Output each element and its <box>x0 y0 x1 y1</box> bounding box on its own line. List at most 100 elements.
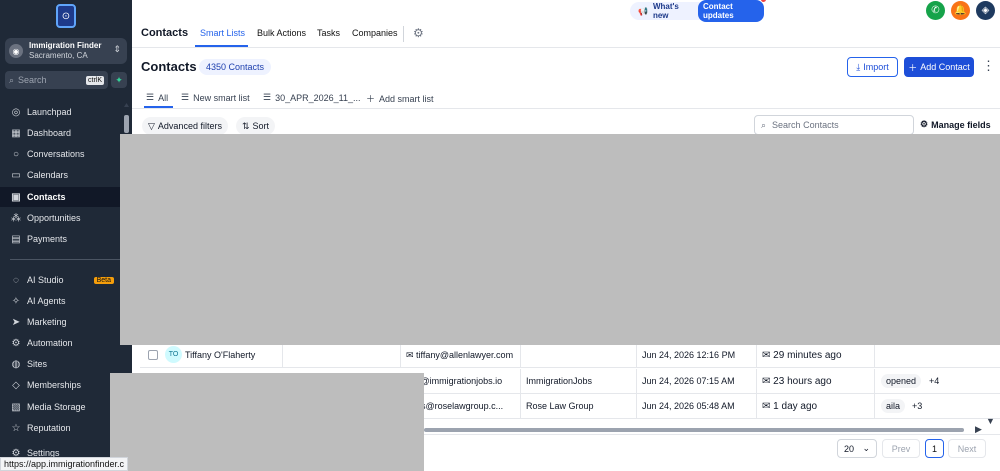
list-icon: ☰ <box>146 92 155 102</box>
globe-icon: ◍ <box>11 358 21 370</box>
calendar-icon: ▭ <box>11 169 21 181</box>
list-icon: ☰ <box>263 92 272 102</box>
tab-bulk-actions[interactable]: Bulk Actions <box>257 28 306 38</box>
phone-icon[interactable]: ✆ <box>926 1 945 20</box>
sidebar-item-ai-studio[interactable]: ◌ AI Studio Beta <box>0 270 132 290</box>
mail-icon: ✉ <box>762 350 774 361</box>
location-switcher[interactable]: ◉ Immigration Finder Sacramento, CA ⇕ <box>5 38 127 64</box>
add-smart-list-button[interactable]: ＋ Add smart list <box>366 92 434 105</box>
location-name: Immigration Finder <box>29 41 102 50</box>
bell-icon[interactable]: 🔔 <box>951 1 970 20</box>
created-date: Jun 24, 2026 07:15 AM <box>642 376 735 386</box>
download-icon: ⤓ <box>856 61 861 72</box>
more-options-icon[interactable]: ⋮ <box>982 58 995 74</box>
location-city: Sacramento, CA <box>29 51 88 60</box>
sidebar-item-label: Launchpad <box>27 107 72 117</box>
ai-studio-icon: ◌ <box>13 274 19 286</box>
ai-spark-button[interactable]: ✦ <box>111 72 127 88</box>
settings-gear-icon[interactable]: ⚙ <box>413 26 424 40</box>
scroll-down-icon[interactable]: ▼ <box>986 416 995 426</box>
more-tags-count[interactable]: +4 <box>929 376 939 386</box>
sparkle-icon: ✧ <box>11 295 21 307</box>
horizontal-scrollbar[interactable] <box>424 428 964 432</box>
whats-new-button[interactable]: 📢 What's new Contact updates <box>630 0 766 22</box>
contact-name-link[interactable]: Tiffany O'Flaherty <box>185 350 255 360</box>
smart-tab-30-apr[interactable]: ☰ 30_APR_2026_11_... <box>263 92 360 103</box>
row-checkbox[interactable] <box>148 350 158 360</box>
sidebar-item-ai-agents[interactable]: ✧ AI Agents <box>0 291 132 311</box>
add-contact-button[interactable]: ＋ Add Contact <box>904 57 974 77</box>
sidebar-item-calendars[interactable]: ▭ Calendars <box>0 165 132 185</box>
sort-button[interactable]: ⇅ Sort <box>236 117 276 135</box>
whats-new-label: What's new <box>652 2 679 20</box>
table-row[interactable]: TO Tiffany O'Flaherty ✉ tiffany@allenlaw… <box>140 343 1000 368</box>
sidebar-item-contacts[interactable]: ▣ Contacts <box>0 187 132 207</box>
mail-icon: ✉ <box>406 350 417 360</box>
import-button[interactable]: ⤓ Import <box>847 57 898 77</box>
created-date: Jun 24, 2026 12:16 PM <box>642 350 736 360</box>
tab-companies[interactable]: Companies <box>352 28 398 38</box>
sidebar-item-opportunities[interactable]: ⁂ Opportunities <box>0 208 132 228</box>
contacts-icon: ▣ <box>11 191 21 203</box>
opportunities-icon: ⁂ <box>11 212 21 224</box>
sidebar-item-sites[interactable]: ◍ Sites <box>0 354 132 374</box>
more-tags-count[interactable]: +3 <box>912 401 922 411</box>
last-activity: ✉ 23 hours ago <box>762 376 832 387</box>
sidebar-item-label: AI Studio <box>27 275 64 285</box>
smart-tab-all[interactable]: ☰ All <box>146 92 168 103</box>
sidebar-search-input[interactable]: ⌕ Search ctrlK <box>5 71 108 89</box>
sidebar-item-label: Sites <box>27 359 48 369</box>
sidebar-item-label: Marketing <box>27 317 67 327</box>
current-page-button[interactable]: 1 <box>925 439 944 458</box>
smart-tab-new-smart-list[interactable]: ☰ New smart list <box>181 92 250 103</box>
smart-tabs-divider <box>132 108 1000 109</box>
next-page-button[interactable]: Next <box>948 439 986 458</box>
page-title: Contacts <box>141 59 197 74</box>
tag-chip[interactable]: aila <box>881 399 906 413</box>
send-icon: ➤ <box>11 316 21 328</box>
manage-fields-button[interactable]: ⚙ Manage fields <box>920 119 991 130</box>
sidebar-search-placeholder: Search <box>18 75 47 85</box>
chat-icon: ○ <box>12 148 20 160</box>
created-date: Jun 24, 2026 05:48 AM <box>642 401 735 411</box>
mail-icon: ✉ <box>762 376 774 387</box>
beta-badge: Beta <box>93 276 114 284</box>
sidebar-item-label: Contacts <box>27 192 66 202</box>
tag-chip[interactable]: opened <box>881 374 922 388</box>
image-icon: ▧ <box>11 401 21 413</box>
tab-tasks[interactable]: Tasks <box>317 28 340 38</box>
tab-separator <box>403 26 404 42</box>
sidebar-item-payments[interactable]: ▤ Payments <box>0 229 132 249</box>
search-contacts-input[interactable]: ⌕ Search Contacts <box>754 115 914 135</box>
sidebar-item-marketing[interactable]: ➤ Marketing <box>0 312 132 332</box>
sidebar-item-automation[interactable]: ⚙ Automation <box>0 333 132 353</box>
pager-divider <box>424 434 1000 435</box>
top-bar: Contacts Smart Lists Bulk Actions Tasks … <box>132 0 1000 48</box>
contact-count-badge: 4350 Contacts <box>199 59 272 75</box>
location-avatar-icon: ◉ <box>9 44 23 58</box>
prev-page-button[interactable]: Prev <box>882 439 920 458</box>
tab-smart-lists[interactable]: Smart Lists <box>200 28 245 38</box>
contact-email[interactable]: ✉ tiffany@allenlawyer.com <box>406 350 513 361</box>
sidebar-item-label: AI Agents <box>27 296 66 306</box>
sidebar-item-label: Reputation <box>27 423 71 433</box>
search-shortcut: ctrlK <box>86 75 104 85</box>
redacted-area <box>120 134 1000 345</box>
rocket-icon: ◎ <box>11 106 21 118</box>
payments-icon: ▤ <box>11 233 21 245</box>
membership-icon: ◇ <box>12 379 20 391</box>
sidebar-item-label: Calendars <box>27 170 69 180</box>
sidebar-item-conversations[interactable]: ○ Conversations <box>0 144 132 164</box>
search-icon: ⌕ <box>761 119 767 130</box>
status-bar-url: https://app.immigrationfinder.c <box>0 457 129 471</box>
user-avatar[interactable]: ◈ <box>976 1 995 20</box>
sidebar-item-label: Memberships <box>27 380 82 390</box>
advanced-filters-button[interactable]: ▽ Advanced filters <box>142 117 228 135</box>
brand-logo-icon[interactable]: ⊙ <box>56 4 76 28</box>
sidebar-item-launchpad[interactable]: ◎ Launchpad <box>0 102 132 122</box>
page-size-select[interactable]: 20 ⌄ <box>837 439 877 458</box>
contact-updates-badge[interactable]: Contact updates <box>698 0 766 22</box>
sidebar-item-dashboard[interactable]: ▦ Dashboard <box>0 123 132 143</box>
dashboard-icon: ▦ <box>11 127 21 139</box>
plus-icon: ＋ <box>908 62 918 73</box>
